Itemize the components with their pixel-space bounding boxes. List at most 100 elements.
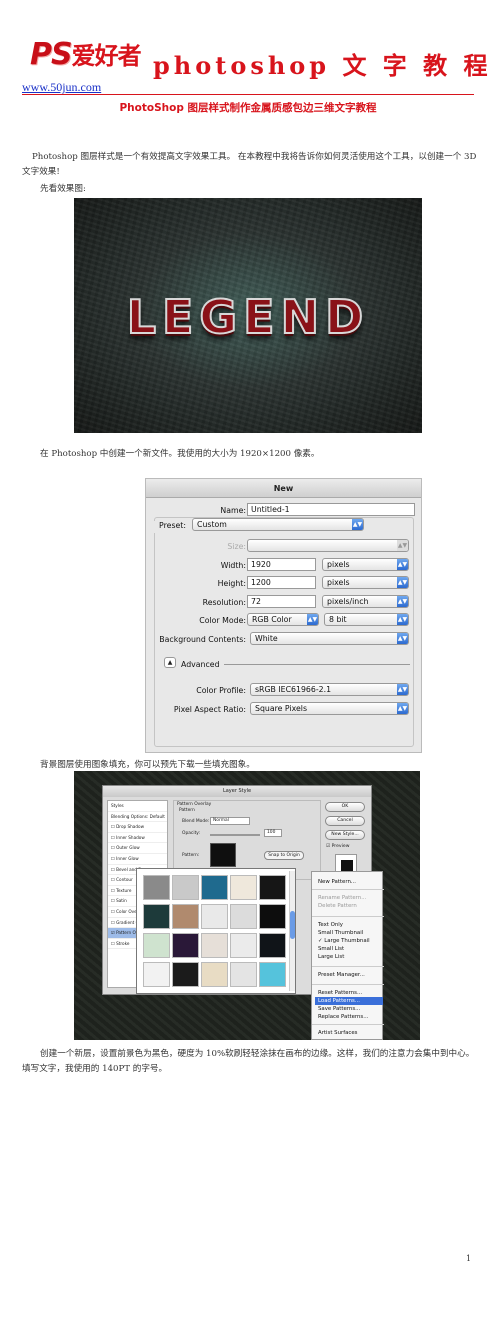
style-list-item[interactable]: Styles <box>108 801 167 812</box>
dialog-title: New <box>146 479 421 498</box>
opacity-label: Opacity: <box>182 831 201 836</box>
pattern-swatch[interactable] <box>143 875 170 900</box>
menu-item[interactable]: Preset Manager... <box>315 971 383 979</box>
pattern-swatch[interactable] <box>172 875 199 900</box>
pattern-swatch[interactable] <box>201 904 228 929</box>
menu-item[interactable]: Small Thumbnail <box>315 929 383 937</box>
color-mode-label: Color Mode: <box>199 616 246 625</box>
chevron-down-icon: ▲▼ <box>397 684 408 695</box>
pattern-swatch[interactable] <box>230 962 257 987</box>
height-unit-select[interactable]: pixels ▲▼ <box>322 576 409 589</box>
name-label: Name: <box>220 506 246 515</box>
new-style-button[interactable]: New Style... <box>325 830 365 840</box>
pattern-swatch[interactable] <box>201 875 228 900</box>
pattern-swatch[interactable] <box>230 933 257 958</box>
menu-separator <box>312 966 384 967</box>
menu-item[interactable]: Large List <box>315 953 383 961</box>
menu-item[interactable]: Replace Patterns... <box>315 1013 383 1021</box>
width-field[interactable]: 1920 <box>247 558 316 571</box>
menu-item[interactable]: Artist Surfaces <box>315 1029 383 1037</box>
menu-item[interactable]: Delete Pattern <box>315 902 383 910</box>
menu-separator <box>312 916 384 917</box>
style-list-item[interactable]: ☐ Inner Glow <box>108 854 167 865</box>
color-profile-label: Color Profile: <box>196 686 246 695</box>
style-list-item[interactable]: ☐ Inner Shadow <box>108 833 167 844</box>
bit-depth-select[interactable]: 8 bit ▲▼ <box>324 613 409 626</box>
height-label: Height: <box>217 579 246 588</box>
page-header: PS爱好者 photoshop 文 字 教 程 www.50jun.com <box>22 36 488 106</box>
chevron-down-icon: ▲▼ <box>397 577 408 588</box>
chevron-down-icon: ▲▼ <box>397 633 408 644</box>
picker-scrollbar[interactable] <box>289 871 295 991</box>
advanced-toggle[interactable]: ▲ <box>164 657 176 668</box>
size-label: Size: <box>227 542 246 551</box>
page-number: 1 <box>466 1254 472 1263</box>
pattern-swatch[interactable] <box>143 904 170 929</box>
resolution-field[interactable]: 72 <box>247 595 316 608</box>
preset-select[interactable]: Custom ▲▼ <box>192 518 364 531</box>
menu-item[interactable]: ✓ Large Thumbnail <box>315 937 383 945</box>
aspect-ratio-label: Pixel Aspect Ratio: <box>173 705 246 714</box>
preset-label: Preset: <box>159 521 186 530</box>
chevron-down-icon: ▲▼ <box>397 559 408 570</box>
menu-item[interactable]: New Pattern... <box>315 878 383 886</box>
pattern-swatch[interactable] <box>172 933 199 958</box>
pattern-swatch[interactable] <box>259 875 286 900</box>
pattern-swatch[interactable] <box>143 962 170 987</box>
menu-item[interactable]: Rename Pattern... <box>315 894 383 902</box>
menu-item[interactable]: Small List <box>315 945 383 953</box>
pattern-swatch[interactable] <box>259 962 286 987</box>
chevron-down-icon: ▲▼ <box>397 596 408 607</box>
header-title: photoshop 文 字 教 程 <box>153 51 492 80</box>
ok-button[interactable]: OK <box>325 802 365 812</box>
preview-checkbox[interactable]: ☑ Preview <box>326 844 349 849</box>
menu-item[interactable]: Reset Patterns... <box>315 989 383 997</box>
site-logo: PS爱好者 <box>30 37 142 72</box>
blend-mode-select[interactable]: Normal <box>210 817 250 825</box>
site-url-link[interactable]: www.50jun.com <box>22 80 101 95</box>
style-list-item[interactable]: Blending Options: Default <box>108 812 167 823</box>
color-mode-select[interactable]: RGB Color ▲▼ <box>247 613 319 626</box>
pattern-options-menu: New Pattern... Rename Pattern... Delete Pa… <box>311 871 384 1040</box>
menu-item[interactable]: Save Patterns... <box>315 1005 383 1013</box>
pattern-swatch[interactable] <box>259 904 286 929</box>
resolution-label: Resolution: <box>202 598 246 607</box>
menu-item[interactable]: Text Only <box>315 921 383 929</box>
new-layer-paragraph: 创建一个新层，设置前景色为黑色，硬度为 10%软刷轻轻涂抹在画布的边缘。这样，我… <box>22 1049 475 1074</box>
pattern-swatch[interactable] <box>201 962 228 987</box>
pattern-swatch[interactable] <box>143 933 170 958</box>
opacity-slider[interactable] <box>210 834 260 836</box>
aspect-ratio-select[interactable]: Square Pixels ▲▼ <box>250 702 409 715</box>
pattern-swatch[interactable] <box>172 904 199 929</box>
opacity-field[interactable]: 100 <box>264 829 282 837</box>
menu-item[interactable]: Load Patterns... <box>315 997 383 1005</box>
color-profile-select[interactable]: sRGB IEC61966-2.1 ▲▼ <box>250 683 409 696</box>
menu-separator <box>312 984 384 985</box>
style-list-item[interactable]: ☐ Drop Shadow <box>108 822 167 833</box>
name-field[interactable]: Untitled-1 <box>247 503 415 516</box>
background-label: Background Contents: <box>159 635 246 644</box>
pattern-swatch[interactable] <box>201 933 228 958</box>
pattern-swatch[interactable] <box>172 962 199 987</box>
snap-to-origin-button[interactable]: Snap to Origin <box>264 851 304 860</box>
chevron-down-icon: ▲▼ <box>397 703 408 714</box>
advanced-divider <box>224 664 410 665</box>
width-unit-select[interactable]: pixels ▲▼ <box>322 558 409 571</box>
legend-effect-image: LEGEND <box>74 198 422 433</box>
menu-separator <box>312 1024 384 1025</box>
new-document-dialog: New Name: Untitled-1 Preset: Custom ▲▼ Si… <box>145 478 422 753</box>
advanced-label: Advanced <box>181 660 220 669</box>
resolution-unit-select[interactable]: pixels/inch ▲▼ <box>322 595 409 608</box>
chevron-down-icon: ▲▼ <box>397 614 408 625</box>
height-field[interactable]: 1200 <box>247 576 316 589</box>
legend-text: LEGEND <box>126 289 370 345</box>
background-select[interactable]: White ▲▼ <box>250 632 409 645</box>
pattern-swatch[interactable] <box>259 933 286 958</box>
pattern-thumbnail[interactable] <box>210 843 236 867</box>
chevron-down-icon: ▲▼ <box>397 540 408 551</box>
style-list-item[interactable]: ☐ Outer Glow <box>108 843 167 854</box>
pattern-swatch[interactable] <box>230 904 257 929</box>
pattern-swatch[interactable] <box>230 875 257 900</box>
cancel-button[interactable]: Cancel <box>325 816 365 826</box>
article-title: PhotoShop 图层样式制作金属质感包边三维文字教程 <box>119 102 377 114</box>
